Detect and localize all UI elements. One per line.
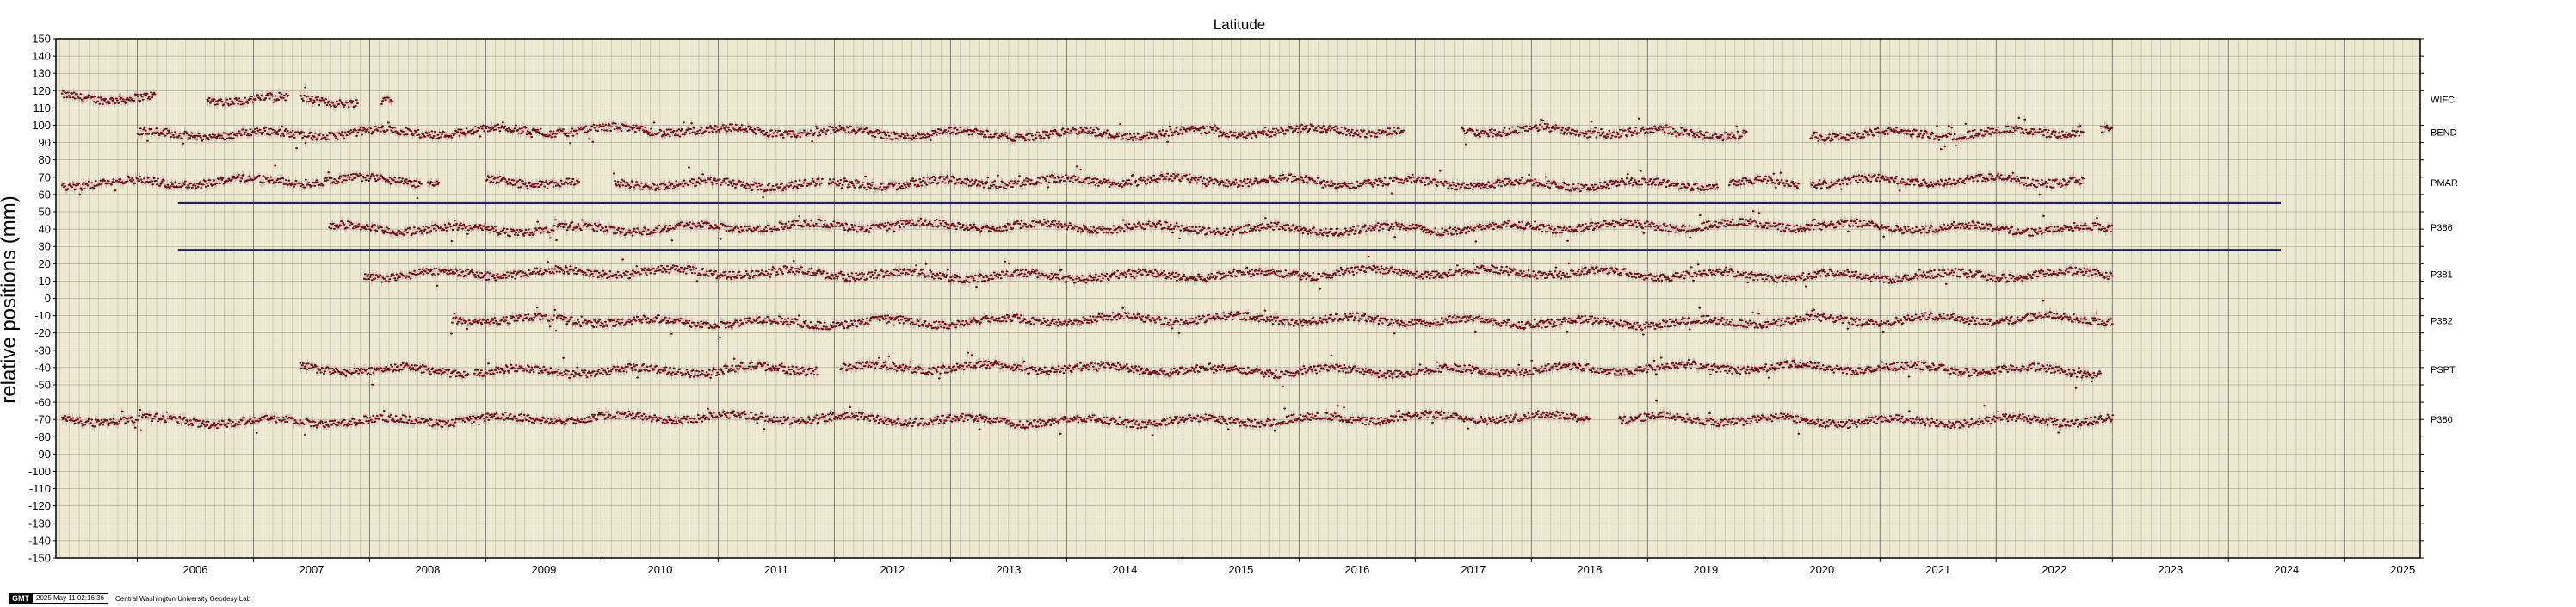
x-tick-label: 2008 — [415, 563, 440, 576]
station-label-bend: BEND — [2431, 128, 2457, 139]
x-tick-label: 2010 — [647, 563, 672, 576]
x-tick-label: 2017 — [1461, 563, 1486, 576]
station-label-p386: P386 — [2431, 223, 2453, 233]
y-tick-label: -10 — [34, 309, 51, 322]
station-label-wifc: WIFC — [2431, 95, 2455, 105]
y-tick-label: -50 — [34, 379, 51, 392]
y-axis-label: relative positions (mm) — [0, 195, 21, 403]
x-tick-label: 2022 — [2042, 563, 2066, 576]
y-tick-label: -90 — [34, 448, 51, 461]
timestamp: 2025 May 11 02:16:36 — [33, 593, 109, 604]
y-tick-label: 60 — [39, 188, 51, 201]
station-label-p381: P381 — [2431, 269, 2453, 280]
x-tick-label: 2015 — [1228, 563, 1253, 576]
chart-title: Latitude — [1214, 16, 1266, 33]
y-tick-label: 30 — [39, 240, 51, 253]
y-tick-label: -140 — [28, 534, 51, 547]
x-tick-label: 2012 — [880, 563, 905, 576]
y-tick-label: -60 — [34, 396, 51, 409]
y-tick-label: 50 — [39, 206, 51, 219]
y-tick-label: -130 — [28, 517, 51, 530]
y-tick-label: -80 — [34, 430, 51, 443]
y-tick-label: 140 — [32, 50, 51, 63]
x-tick-label: 2019 — [1693, 563, 1718, 576]
x-tick-label: 2016 — [1344, 563, 1369, 576]
y-tick-label: 90 — [39, 136, 51, 149]
y-tick-label: 20 — [39, 257, 51, 270]
x-tick-label: 2009 — [531, 563, 556, 576]
x-tick-label: 2014 — [1112, 563, 1137, 576]
y-tick-label: 120 — [32, 84, 51, 97]
y-tick-label: 100 — [32, 119, 51, 132]
x-tick-label: 2020 — [1809, 563, 1834, 576]
y-tick-label: 0 — [45, 292, 51, 305]
y-tick-label: -120 — [28, 499, 51, 512]
station-labels: WIFC BEND PMAR P386 P381 P382 PSPT P380 — [2431, 95, 2458, 425]
y-tick-label: -30 — [34, 344, 51, 356]
y-tick-label: 80 — [39, 153, 51, 166]
station-label-pmar: PMAR — [2431, 178, 2458, 189]
station-label-pspt: PSPT — [2431, 365, 2456, 375]
x-tick-label: 2021 — [1925, 563, 1950, 576]
y-tick-label: -40 — [34, 361, 51, 374]
y-tick-label: 70 — [39, 170, 51, 183]
gmt-badge: GMT — [9, 593, 33, 604]
x-tick-label: 2013 — [996, 563, 1021, 576]
x-tick-label: 2024 — [2274, 563, 2299, 576]
latitude-chart: Latitude relative positions (mm) 150 140 1… — [0, 16, 2458, 576]
y-tick-label: 150 — [32, 33, 51, 46]
station-label-p382: P382 — [2431, 317, 2453, 327]
y-tick-label: -150 — [28, 552, 51, 565]
x-tick-label: 2006 — [183, 563, 208, 576]
footer: GMT 2025 May 11 02:16:36 Central Washing… — [9, 592, 250, 604]
x-tick-label: 2011 — [764, 563, 788, 576]
y-tick-label: -100 — [28, 465, 51, 478]
x-tick-label: 2018 — [1577, 563, 1602, 576]
y-tick-label: 10 — [39, 275, 51, 288]
lab-credit: Central Washington University Geodesy La… — [115, 594, 251, 603]
y-tick-label: -110 — [29, 482, 51, 495]
y-tick-label: 40 — [39, 223, 51, 236]
x-tick-label: 2025 — [2390, 563, 2415, 576]
y-tick-label: 110 — [33, 102, 51, 115]
y-tick-label: 130 — [32, 67, 51, 80]
x-tick-label: 2007 — [300, 563, 324, 576]
y-tick-label: -20 — [34, 326, 51, 339]
x-tick-label: 2023 — [2158, 563, 2183, 576]
y-tick-label: -70 — [34, 413, 51, 426]
station-label-p380: P380 — [2431, 415, 2453, 425]
